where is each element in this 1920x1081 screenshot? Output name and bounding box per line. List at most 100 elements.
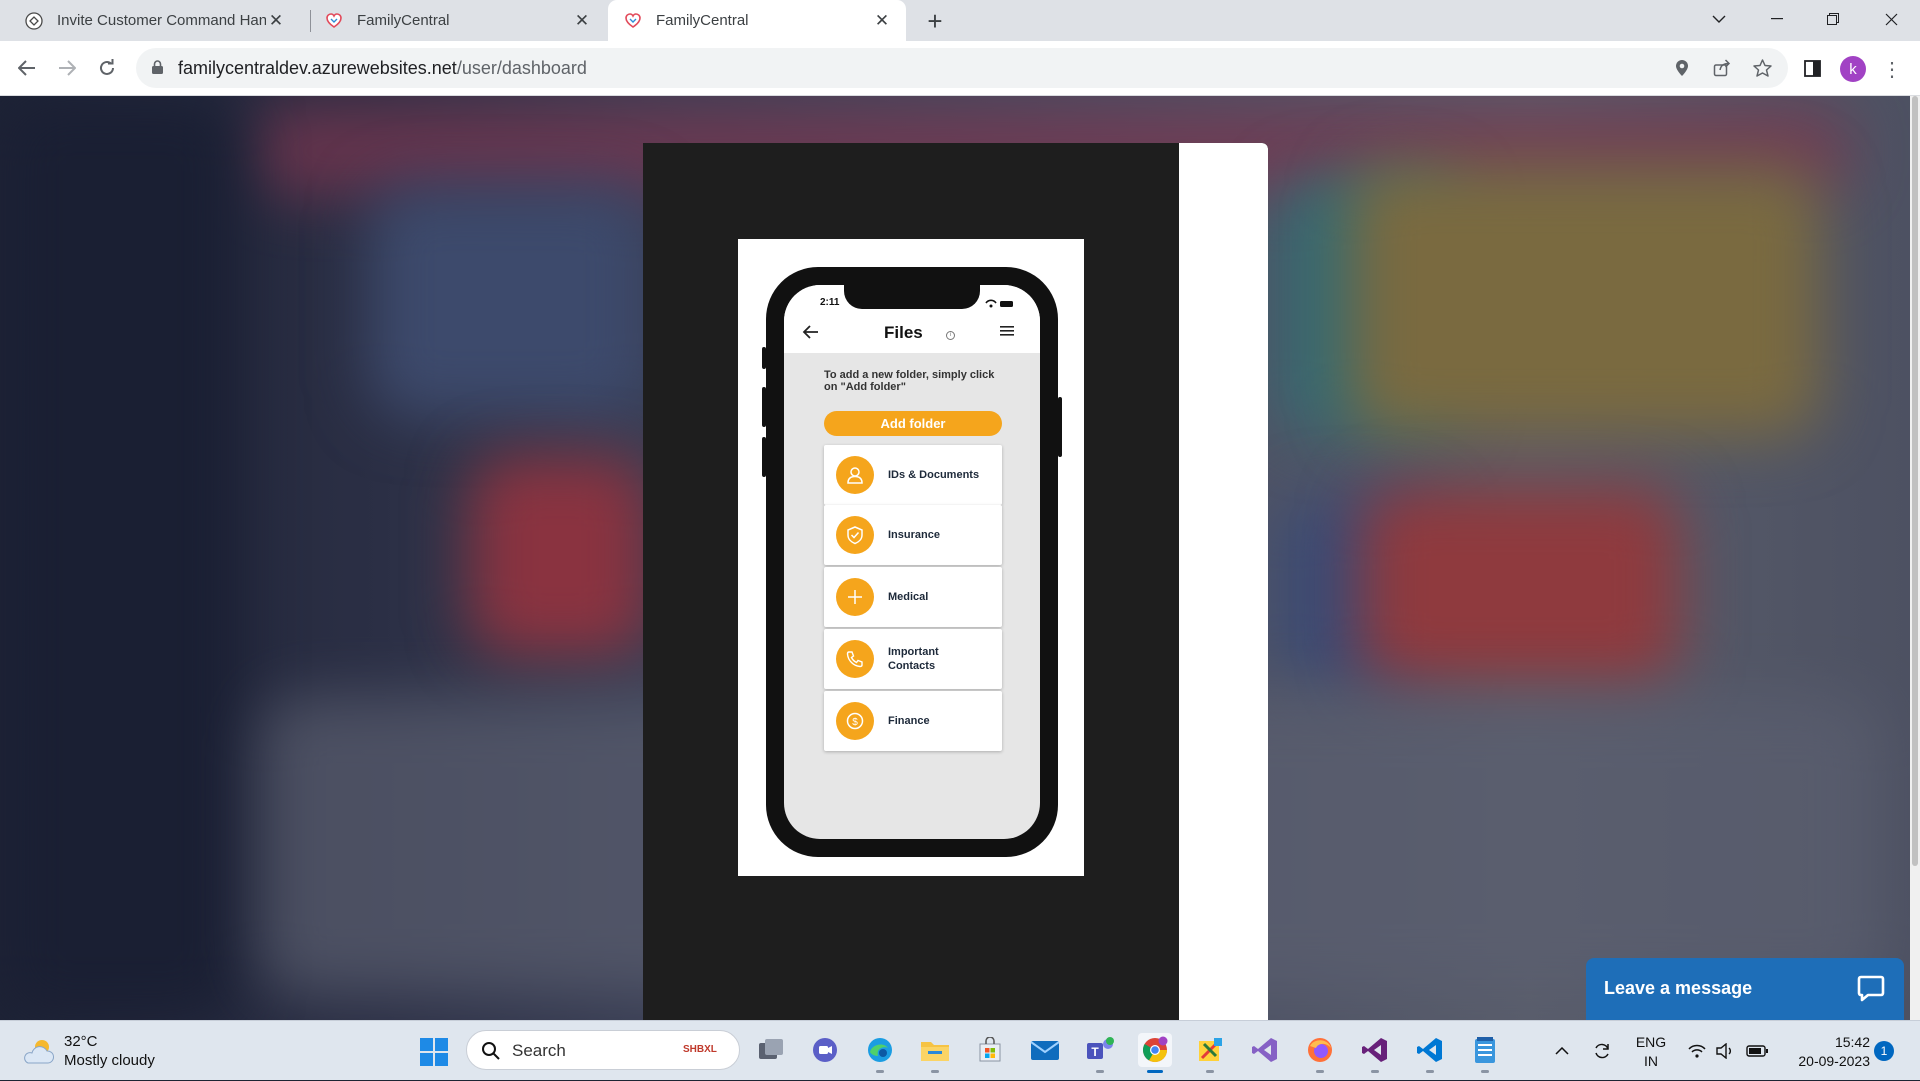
folder-finance[interactable]: $ Finance — [824, 691, 1002, 751]
status-bar-icons — [985, 299, 1013, 308]
close-window-icon[interactable] — [1868, 0, 1914, 38]
browser-tab-strip: Invite Customer Command Hand ✕ FamilyCen… — [0, 0, 1920, 41]
battery-icon[interactable] — [1744, 1021, 1770, 1081]
share-icon[interactable] — [1712, 58, 1732, 78]
notification-badge[interactable]: 1 — [1874, 1041, 1894, 1061]
clock-date: 20-09-2023 — [1798, 1053, 1870, 1069]
chrome-icon[interactable] — [1138, 1033, 1172, 1073]
restore-icon[interactable] — [1810, 0, 1856, 38]
address-bar[interactable]: familycentraldev.azurewebsites.net/user/… — [136, 48, 1788, 88]
system-clock[interactable]: 15:42 20-09-2023 — [1780, 1033, 1870, 1071]
reload-icon[interactable] — [91, 52, 123, 84]
wifi-icon[interactable] — [1686, 1021, 1708, 1081]
scrollbar-thumb[interactable] — [1912, 96, 1918, 866]
weather-cloud-sun-icon — [24, 1040, 54, 1064]
more-menu-icon[interactable]: ⋮ — [1880, 54, 1904, 84]
tab-title: FamilyCentral — [656, 12, 749, 29]
windows-start-icon[interactable] — [420, 1038, 448, 1066]
firefox-icon[interactable] — [1303, 1033, 1337, 1073]
running-indicator — [876, 1070, 884, 1073]
task-view-icon[interactable] — [754, 1033, 788, 1067]
tab-familycentral-active[interactable]: FamilyCentral ✕ — [608, 0, 906, 41]
clock-time: 15:42 — [1834, 1034, 1870, 1050]
leave-message-widget[interactable]: Leave a message — [1586, 958, 1904, 1020]
url-path: /user/dashboard — [456, 58, 587, 78]
taskbar-search-box[interactable]: Search SHBXL — [466, 1030, 740, 1070]
phone-notch — [844, 285, 980, 309]
running-indicator — [1316, 1070, 1324, 1073]
file-explorer-icon[interactable] — [918, 1033, 952, 1073]
running-indicator — [1371, 1070, 1379, 1073]
folder-label: Finance — [888, 715, 930, 727]
side-panel-icon[interactable] — [1796, 52, 1828, 84]
weather-widget[interactable]: 32°C Mostly cloudy — [22, 1031, 182, 1071]
volume-icon[interactable] — [1714, 1021, 1736, 1081]
show-hidden-icons-chevron-icon[interactable] — [1552, 1021, 1572, 1081]
vscode-icon[interactable] — [1413, 1033, 1447, 1073]
running-indicator — [1206, 1070, 1214, 1073]
tab-search-chevron-icon[interactable] — [1696, 0, 1742, 38]
folder-ids-documents[interactable]: IDs & Documents — [824, 445, 1002, 505]
weather-temperature: 32°C — [64, 1033, 98, 1050]
running-indicator — [1426, 1070, 1434, 1073]
phone-side-button — [762, 387, 766, 427]
paint-tools-icon[interactable] — [1193, 1033, 1227, 1073]
add-folder-button[interactable]: Add folder — [824, 411, 1002, 436]
tab-familycentral-1[interactable]: FamilyCentral ✕ — [300, 0, 606, 41]
teams-chat-icon[interactable] — [808, 1033, 842, 1067]
blurred-sidebar — [0, 96, 240, 1020]
notepad-icon[interactable] — [1468, 1033, 1502, 1073]
profile-avatar[interactable]: k — [1840, 56, 1866, 82]
visual-studio-alt-icon[interactable] — [1358, 1033, 1392, 1073]
folder-label: IDs & Documents — [888, 469, 980, 481]
close-tab-icon[interactable]: ✕ — [572, 11, 592, 31]
teams-icon[interactable]: T — [1083, 1033, 1117, 1073]
microsoft-store-icon[interactable] — [973, 1033, 1007, 1067]
sync-icon[interactable] — [1590, 1021, 1614, 1081]
phone-side-button — [762, 437, 766, 477]
folder-label: Important Contacts — [888, 646, 939, 672]
folder-important-contacts[interactable]: Important Contacts — [824, 629, 1002, 689]
folder-insurance[interactable]: Insurance — [824, 505, 1002, 565]
blurred-card — [1360, 486, 1680, 686]
tab-title: Invite Customer Command Hand — [57, 12, 266, 29]
files-title: Files — [884, 323, 923, 342]
leave-message-label: Leave a message — [1604, 978, 1753, 998]
mail-icon[interactable] — [1028, 1033, 1062, 1067]
input-language[interactable]: ENG IN — [1634, 1033, 1668, 1071]
back-icon[interactable] — [11, 52, 43, 84]
phone-side-button — [762, 347, 766, 369]
shield-check-icon — [836, 516, 874, 554]
folder-medical[interactable]: Medical — [824, 567, 1002, 627]
windows-taskbar: 32°C Mostly cloudy Search SHBXL T ENG IN… — [0, 1020, 1920, 1080]
new-tab-button[interactable]: + — [920, 6, 950, 36]
close-tab-icon[interactable]: ✕ — [266, 11, 286, 31]
hamburger-menu-icon[interactable] — [1000, 325, 1014, 337]
dollar-coin-icon: $ — [836, 702, 874, 740]
bookmark-star-icon[interactable] — [1752, 58, 1772, 78]
familycentral-heart-icon — [325, 12, 343, 30]
page-scrollbar[interactable] — [1910, 96, 1920, 1020]
search-icon — [482, 1042, 500, 1060]
close-tab-icon[interactable]: ✕ — [872, 11, 892, 31]
search-highlight-badge: SHBXL — [683, 1044, 717, 1055]
back-arrow-icon[interactable] — [802, 323, 820, 341]
modal-side-panel — [1179, 143, 1268, 1020]
edge-icon[interactable] — [863, 1033, 897, 1073]
tab-invite-customer[interactable]: Invite Customer Command Hand ✕ — [0, 0, 300, 41]
minimize-icon[interactable] — [1754, 0, 1800, 38]
status-time: 2:11 — [820, 297, 840, 308]
info-icon[interactable]: i — [946, 331, 955, 340]
person-icon — [836, 456, 874, 494]
language-code: ENG — [1635, 1034, 1667, 1050]
onboarding-modal: 2:11 Files i To add a new folder, simply… — [643, 143, 1268, 1020]
weather-description: Mostly cloudy — [64, 1052, 155, 1069]
url-text: familycentraldev.azurewebsites.net/user/… — [178, 58, 587, 79]
visual-studio-icon[interactable] — [1248, 1033, 1282, 1067]
svg-text:T: T — [1091, 1045, 1099, 1059]
forward-icon[interactable] — [51, 52, 83, 84]
phone-frame: 2:11 Files i To add a new folder, simply… — [762, 267, 1062, 857]
location-pin-icon[interactable] — [1672, 58, 1692, 78]
files-header: 2:11 Files i — [784, 285, 1040, 353]
region-code: IN — [1644, 1053, 1658, 1069]
